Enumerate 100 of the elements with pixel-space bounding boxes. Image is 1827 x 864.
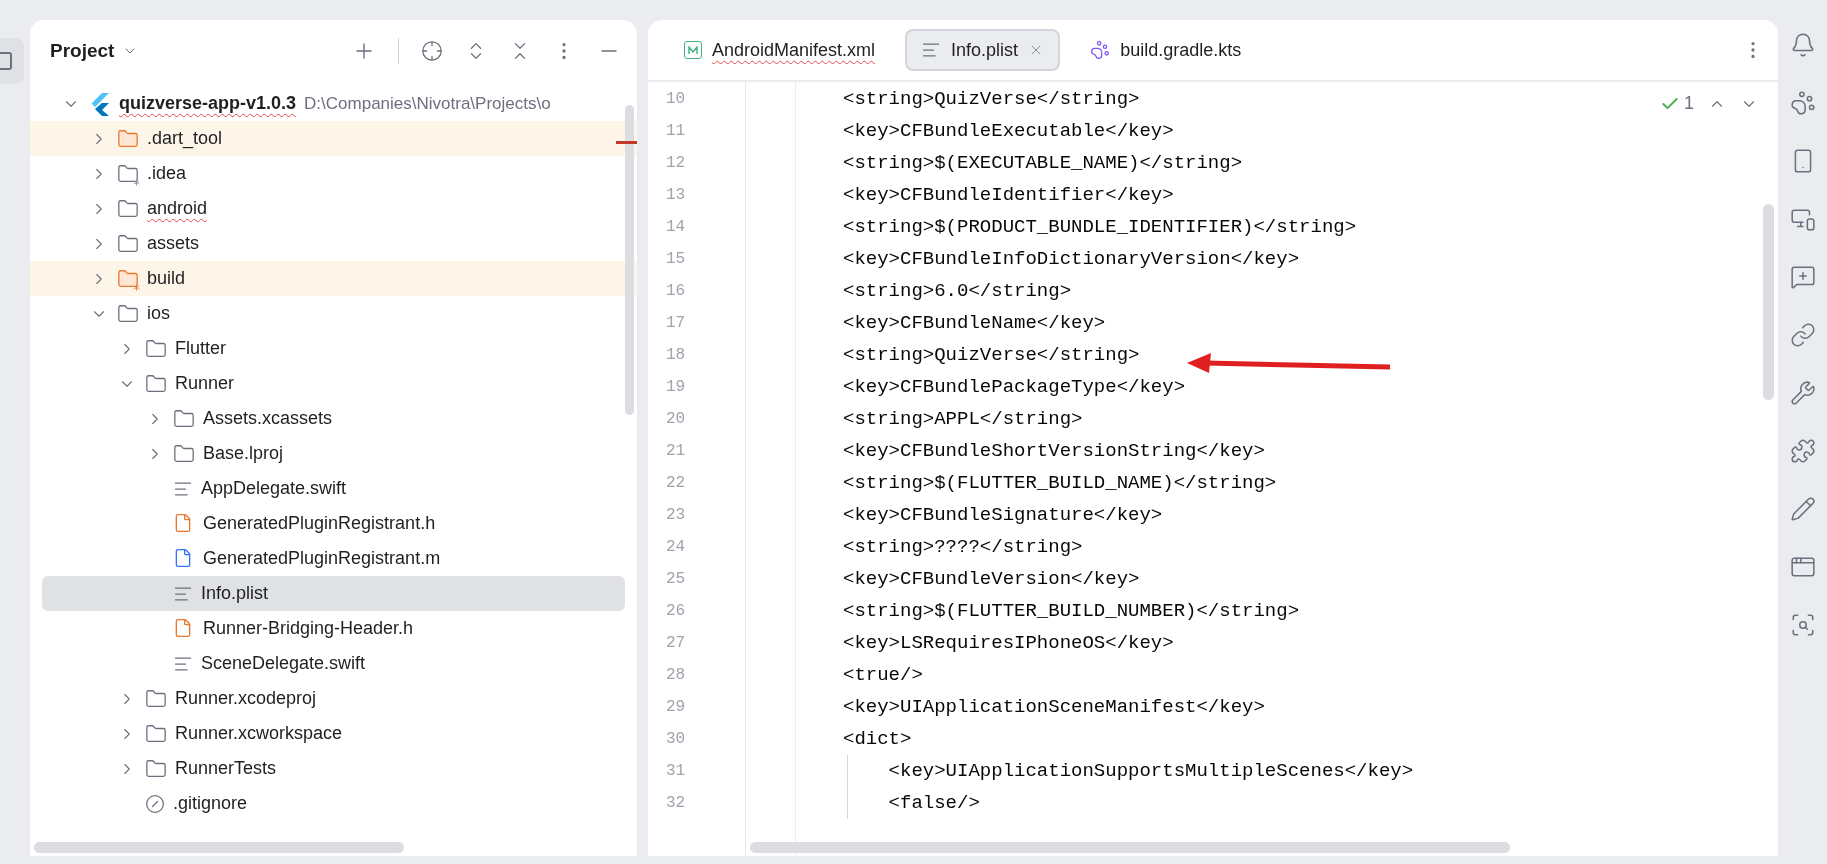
line-number: 30 (666, 729, 686, 750)
tree-item[interactable]: quizverse-app-v1.0.3 D:\Companies\Nivotra\Projects\o (30, 86, 637, 121)
code-line: <key>CFBundleSignature</key> (843, 502, 1163, 528)
editor-tab[interactable]: build.gradle.kts (1076, 29, 1256, 71)
tree-item[interactable]: .dart_tool (30, 121, 637, 156)
code-line: <string>$(FLUTTER_BUILD_NUMBER)</string> (843, 598, 1300, 624)
folder-icon (117, 162, 139, 185)
tree-item-label: Flutter (175, 337, 226, 360)
code-line: <false/> (887, 790, 980, 816)
editor-tab[interactable]: AndroidManifest.xml (670, 29, 890, 71)
line-number: 25 (666, 569, 686, 590)
tree-item-label: GeneratedPluginRegistrant.h (203, 512, 436, 535)
tree-item[interactable]: RunnerTests (30, 751, 637, 786)
line-number: 23 (666, 505, 686, 526)
line-number: 14 (666, 217, 686, 238)
code-line: <string>????</string> (843, 534, 1083, 560)
puzzle-icon[interactable] (1789, 438, 1816, 464)
line-number: 31 (666, 761, 686, 782)
tree-item[interactable]: build (30, 261, 637, 296)
line-number: 18 (666, 345, 686, 366)
tree-item[interactable]: GeneratedPluginRegistrant.h (30, 506, 637, 541)
tree-item-label: Runner (175, 372, 235, 395)
folder-icon (145, 372, 167, 395)
manifest-file-icon (684, 41, 702, 59)
tree-item-label: assets (147, 232, 200, 255)
tree-item-label: build (147, 267, 186, 290)
folder-icon (145, 687, 167, 710)
tree-item[interactable]: Runner.xcodeproj (30, 681, 637, 716)
scan-search-icon[interactable] (1789, 612, 1816, 638)
folder-icon (173, 442, 195, 465)
link-icon[interactable] (1789, 322, 1816, 348)
line-number: 11 (666, 121, 686, 142)
pencil-icon[interactable] (1789, 496, 1816, 522)
tree-item-label: ios (147, 302, 170, 325)
horizontal-scrollbar[interactable] (34, 842, 404, 853)
crosshair-icon[interactable] (421, 40, 443, 62)
prohibited-icon (145, 793, 165, 814)
line-number: 17 (666, 313, 686, 334)
line-number: 29 (666, 697, 686, 718)
tab-label: AndroidManifest.xml (712, 38, 876, 62)
wrench-icon[interactable] (1789, 380, 1816, 406)
horizontal-scrollbar[interactable] (750, 842, 1510, 853)
line-number: 27 (666, 633, 686, 654)
folder-icon (145, 337, 167, 360)
folder-icon (117, 267, 139, 290)
tree-item[interactable]: Base.lproj (30, 436, 637, 471)
project-view-dropdown[interactable]: Project (50, 36, 139, 66)
tree-item[interactable]: Runner.xcworkspace (30, 716, 637, 751)
folder-icon (173, 407, 195, 430)
code-line: <key>CFBundlePackageType</key> (843, 374, 1186, 400)
tree-item[interactable]: GeneratedPluginRegistrant.m (30, 541, 637, 576)
folder-icon (117, 232, 139, 255)
tree-item-label: Runner.xcodeproj (175, 687, 317, 710)
chat-icon[interactable] (1789, 264, 1816, 290)
tree-item[interactable]: SceneDelegate.swift (30, 646, 637, 681)
line-number: 32 (666, 793, 686, 814)
code-line: <string>APPL</string> (843, 406, 1083, 432)
code-line: <string>$(FLUTTER_BUILD_NAME)</string> (843, 470, 1277, 496)
line-number: 13 (666, 185, 686, 206)
tree-item[interactable]: assets (30, 226, 637, 261)
code-line: <true/> (843, 662, 923, 688)
folder-icon (145, 757, 167, 780)
tree-item[interactable]: .idea (30, 156, 637, 191)
folder-icon (117, 302, 139, 325)
line-number: 20 (666, 409, 686, 430)
code-line: <key>CFBundleExecutable</key> (843, 118, 1174, 144)
tree-item[interactable]: Runner-Bridging-Header.h (30, 611, 637, 646)
tree-item[interactable]: Info.plist (42, 576, 625, 611)
tree-item[interactable]: AppDelegate.swift (30, 471, 637, 506)
code-line: <string>$(EXECUTABLE_NAME)</string> (843, 150, 1243, 176)
tree-item-label: android (147, 197, 208, 220)
inspection-indicator[interactable]: 1 (1660, 90, 1694, 117)
paw-icon[interactable] (1789, 90, 1816, 116)
tree-item-label: RunnerTests (175, 757, 277, 780)
code-line: <string>$(PRODUCT_BUNDLE_IDENTIFIER)</string> (843, 214, 1357, 240)
tree-item[interactable]: ios (30, 296, 637, 331)
tree-item[interactable]: Assets.xcassets (30, 401, 637, 436)
code-line: <key>UIApplicationSceneManifest</key> (843, 694, 1265, 720)
vertical-scrollbar[interactable] (625, 105, 634, 415)
tree-item[interactable]: Runner (30, 366, 637, 401)
line-number: 10 (666, 89, 686, 110)
tree-item-label: Assets.xcassets (203, 407, 333, 430)
annotation-line (616, 141, 637, 145)
tool-window-button[interactable] (0, 38, 24, 84)
folder-icon (117, 127, 139, 150)
line-number: 19 (666, 377, 686, 398)
code-line: <key>CFBundleInfoDictionaryVersion</key> (843, 246, 1300, 272)
tree-item-label: Base.lproj (203, 442, 284, 465)
tree-item-label: GeneratedPluginRegistrant.m (203, 547, 441, 570)
tree-item-label: SceneDelegate.swift (201, 652, 366, 675)
vertical-scrollbar[interactable] (1763, 204, 1774, 400)
tree-item[interactable]: Flutter (30, 331, 637, 366)
code-line: <key>CFBundleName</key> (843, 310, 1106, 336)
tree-item-label: .dart_tool (147, 127, 223, 151)
code-line: <string>QuizVerse</string> (843, 86, 1140, 112)
editor-tab[interactable]: Info.plist (905, 29, 1061, 71)
tree-item[interactable]: android (30, 191, 637, 226)
tree-item-label: .idea (147, 162, 187, 185)
tree-item[interactable]: .gitignore (30, 786, 637, 821)
code-line: <key>LSRequiresIPhoneOS</key> (843, 630, 1174, 656)
